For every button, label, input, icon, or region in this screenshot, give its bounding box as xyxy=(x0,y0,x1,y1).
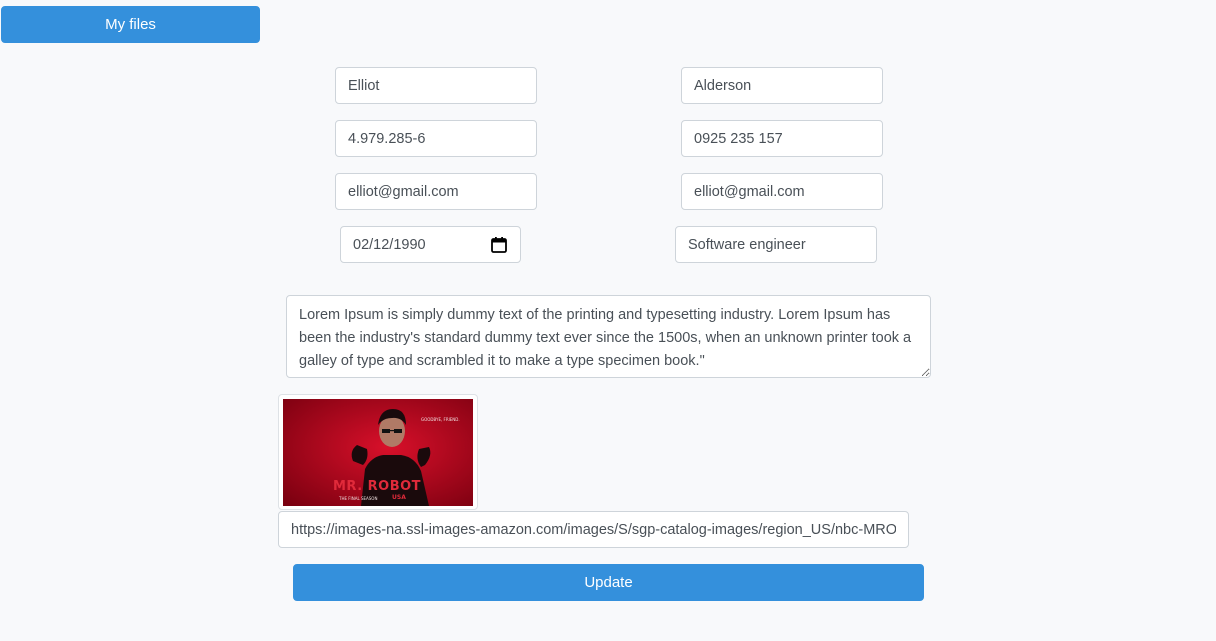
poster-title-text: MR. ROBOT xyxy=(333,479,422,494)
calendar-icon[interactable] xyxy=(490,236,508,254)
poster-tagline-text: GOODBYE, FRIEND. xyxy=(421,417,460,422)
first-name-input[interactable] xyxy=(335,67,537,104)
phone-input[interactable] xyxy=(681,120,883,157)
birth-date-value: 02/12/1990 xyxy=(353,236,426,253)
update-button[interactable]: Update xyxy=(293,564,924,601)
occupation-input[interactable] xyxy=(675,226,877,263)
email-input[interactable] xyxy=(335,173,537,210)
birth-date-input[interactable]: 02/12/1990 xyxy=(340,226,521,263)
image-url-input[interactable] xyxy=(278,511,909,548)
poster-thumbnail: MR. ROBOT GOODBYE, FRIEND. THE FINAL SEA… xyxy=(278,394,478,510)
bio-textarea[interactable]: Lorem Ipsum is simply dummy text of the … xyxy=(286,295,931,378)
poster-network-logo: USA xyxy=(392,494,406,501)
last-name-input[interactable] xyxy=(681,67,883,104)
poster-season-text: THE FINAL SEASON xyxy=(339,496,378,501)
my-files-button[interactable]: My files xyxy=(1,6,260,43)
email-confirm-input[interactable] xyxy=(681,173,883,210)
id-number-input[interactable] xyxy=(335,120,537,157)
